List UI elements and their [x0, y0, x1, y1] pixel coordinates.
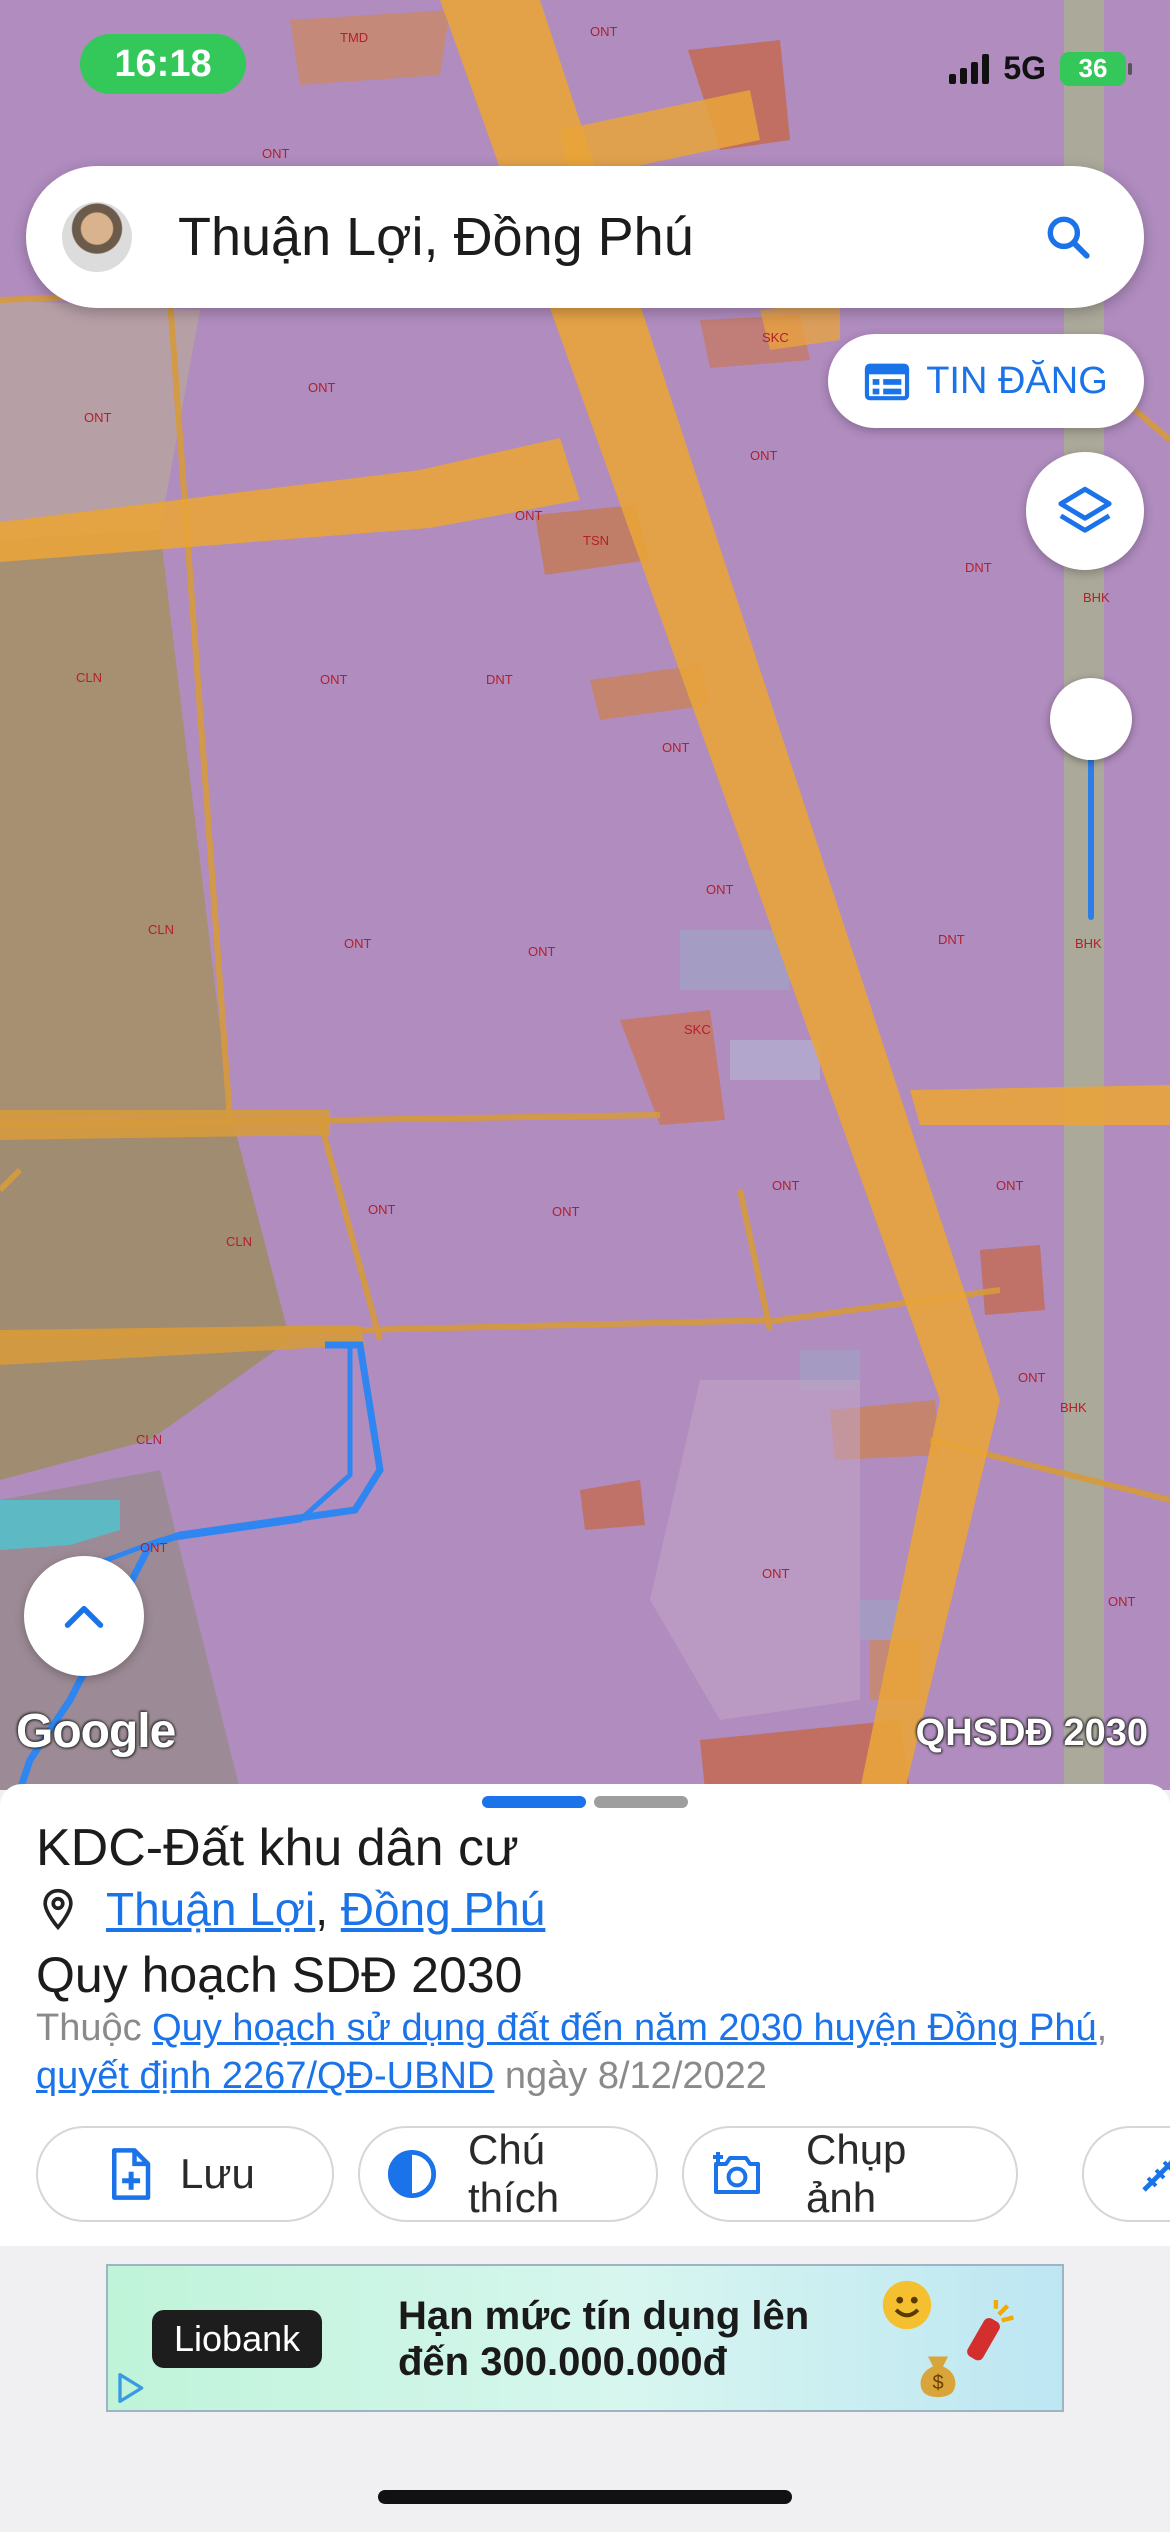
- plan-link[interactable]: Quy hoạch sử dụng đất đến năm 2030 huyện…: [152, 2007, 1096, 2049]
- more-action-button[interactable]: [1082, 2126, 1170, 2222]
- industrial-block: [980, 1245, 1045, 1315]
- half-circle-icon: [386, 2148, 438, 2200]
- zone-code-label: CLN: [226, 1234, 252, 1249]
- zone-code-label: CLN: [76, 670, 102, 685]
- zone-code-label: ONT: [140, 1540, 168, 1555]
- ad-line2: đến 300.000.000đ: [398, 2340, 728, 2384]
- camera-add-icon: [710, 2148, 762, 2200]
- place-details-sheet[interactable]: KDC-Đất khu dân cư Thuận Lợi , Đồng Phú …: [0, 1784, 1170, 2246]
- district-link[interactable]: Đồng Phú: [341, 1882, 546, 1936]
- home-indicator[interactable]: [378, 2490, 792, 2504]
- opacity-slider-knob[interactable]: [1050, 678, 1132, 760]
- plan-desc-prefix: Thuộc: [36, 2007, 153, 2049]
- building: [730, 1040, 820, 1080]
- plan-name: Quy hoạch SDĐ 2030: [36, 1947, 523, 2003]
- status-time: 16:18: [80, 34, 246, 94]
- sheet-page-indicator[interactable]: [594, 1796, 688, 1808]
- layers-button[interactable]: [1026, 452, 1144, 570]
- commune-link[interactable]: Thuận Lợi: [106, 1882, 315, 1936]
- zone-code-label: ONT: [262, 146, 290, 161]
- network-type: 5G: [1003, 50, 1046, 86]
- zone-code-label: ONT: [84, 410, 112, 425]
- calendar-list-icon: [865, 363, 910, 401]
- chevron-up-icon: [64, 1605, 104, 1628]
- ad-choices-icon[interactable]: [110, 2368, 150, 2408]
- plan-desc-date: ngày 8/12/2022: [494, 2055, 767, 2097]
- zone-code-label: TMD: [340, 30, 368, 45]
- zone-code-label: SKC: [762, 330, 789, 345]
- tin-dang-button[interactable]: TIN ĐĂNG: [828, 334, 1144, 428]
- battery-level: 36: [1078, 53, 1108, 83]
- legend-label: Chú thích: [468, 2126, 560, 2221]
- search-bar[interactable]: Thuận Lợi, Đồng Phú: [26, 166, 1144, 308]
- status-indicators: 5G 36: [949, 50, 1132, 87]
- expand-up-button[interactable]: [24, 1556, 144, 1676]
- zone-code-label: ONT: [1018, 1370, 1046, 1385]
- measure-icon: [1142, 2160, 1170, 2192]
- file-add-icon: [104, 2148, 156, 2200]
- save-label: Lưu: [180, 2150, 255, 2197]
- zone-code-label: ONT: [528, 944, 556, 959]
- zone-code-label: ONT: [1108, 1594, 1136, 1609]
- zone-code-label: ONT: [662, 740, 690, 755]
- zone-code-label: ONT: [762, 1566, 790, 1581]
- zone-code-label: ONT: [344, 936, 372, 951]
- road: [0, 1110, 330, 1140]
- signal-icon: [949, 53, 990, 84]
- road: [910, 1085, 1170, 1125]
- zone-code-label: DNT: [965, 560, 992, 575]
- zone-code-label: TSN: [583, 533, 609, 548]
- google-logo: Google: [16, 1705, 176, 1758]
- zone-code-label: BHK: [1060, 1400, 1087, 1415]
- zone-code-label: ONT: [308, 380, 336, 395]
- zone-code-label: DNT: [486, 672, 513, 687]
- search-icon[interactable]: [1036, 205, 1100, 269]
- tin-dang-label: TIN ĐĂNG: [926, 359, 1108, 402]
- zone-code-label: CLN: [148, 922, 174, 937]
- ad-brand: Liobank: [152, 2310, 323, 2368]
- sheet-page-indicator-active[interactable]: [482, 1796, 586, 1808]
- zone-code-label: ONT: [515, 508, 543, 523]
- zone-code-label: DNT: [938, 932, 965, 947]
- commercial-block: [290, 10, 450, 85]
- battery-icon: 36: [1060, 51, 1132, 86]
- action-buttons: Lưu Chú thích Chụp ảnh: [36, 2126, 1018, 2222]
- smile-icon: [882, 2280, 932, 2330]
- zone-code-label: ONT: [368, 1202, 396, 1217]
- search-input[interactable]: Thuận Lợi, Đồng Phú: [178, 206, 1036, 268]
- plan-description: Thuộc Quy hoạch sử dụng đất đến năm 2030…: [36, 2004, 1146, 2100]
- zone-code-label: ONT: [750, 448, 778, 463]
- zone-code-label: BHK: [1083, 590, 1110, 605]
- location-separator: ,: [315, 1883, 341, 1935]
- save-button[interactable]: Lưu: [36, 2126, 334, 2222]
- ad-line1: Hạn mức tín dụng lên: [398, 2294, 810, 2338]
- decision-link[interactable]: quyết định 2267/QĐ-UBND: [36, 2055, 494, 2097]
- avatar[interactable]: [62, 202, 132, 272]
- capture-label: Chụp ảnh: [806, 2126, 907, 2221]
- capture-button[interactable]: Chụp ảnh: [682, 2126, 1018, 2222]
- layers-icon: [1058, 486, 1112, 533]
- building: [680, 930, 790, 990]
- zone-code-label: ONT: [552, 1204, 580, 1219]
- zone-code-label: SKC: [684, 1022, 711, 1037]
- firecracker-icon: [967, 2300, 1014, 2361]
- svg-text:$: $: [932, 2372, 943, 2394]
- location-row: Thuận Lợi , Đồng Phú: [36, 1882, 545, 1936]
- plan-desc-comma: ,: [1096, 2007, 1108, 2049]
- zone-code-label: ONT: [590, 24, 618, 39]
- map-view[interactable]: TMD ONT ONT ONT ONT ONT ONT TSN SKC DNT …: [0, 0, 1170, 1790]
- location-pin-icon: [43, 1888, 73, 1931]
- zone-code-label: ONT: [706, 882, 734, 897]
- zone-code-label: BHK: [1075, 936, 1102, 951]
- zone-code-label: ONT: [996, 1178, 1024, 1193]
- ad-banner[interactable]: Liobank Hạn mức tín dụng lên đến 300.000…: [106, 2264, 1064, 2412]
- plan-layer-label: QHSDĐ 2030: [915, 1712, 1148, 1754]
- zone-code-label: ONT: [320, 672, 348, 687]
- place-title: KDC-Đất khu dân cư: [36, 1819, 519, 1877]
- zone-code-label: CLN: [136, 1432, 162, 1447]
- legend-button[interactable]: Chú thích: [358, 2126, 658, 2222]
- zone-code-label: ONT: [772, 1178, 800, 1193]
